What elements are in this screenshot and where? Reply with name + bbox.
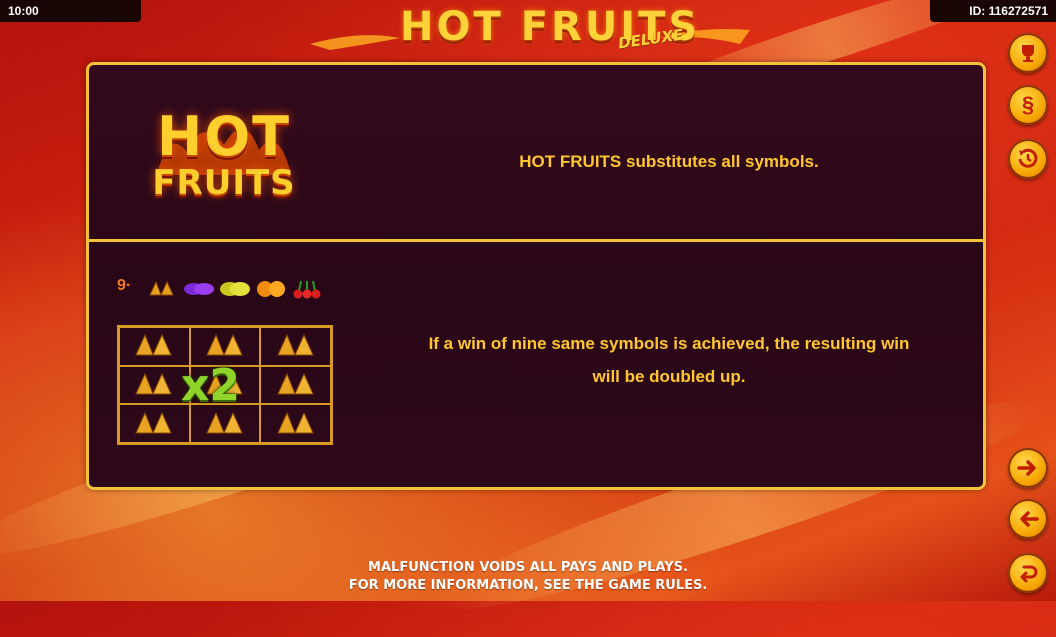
prev-page-button[interactable] [1008, 499, 1048, 539]
session-id: ID: 116272571 [930, 0, 1056, 22]
multiplier-badge: x2 [181, 360, 240, 411]
grid-cell [260, 365, 331, 405]
hot-fruits-wild-symbol: HOT FRUITS [149, 105, 299, 215]
wild-description: HOT FRUITS substitutes all symbols. [519, 152, 819, 171]
bell-icon [135, 411, 173, 434]
bell-icon [135, 372, 173, 395]
footer-line1: MALFUNCTION VOIDS ALL PAYS AND PLAYS. [368, 560, 688, 575]
paytable-panel: HOT FRUITS HOT FRUITS substitutes all sy… [86, 62, 986, 490]
bell-icon [206, 411, 243, 434]
grid-cell [119, 365, 190, 405]
orange-icon [257, 281, 285, 297]
footer-line2: FOR MORE INFORMATION, SEE THE GAME RULES… [348, 578, 708, 593]
game-logo: HOT FRUITS DELUXE [300, 0, 760, 62]
section-divider [89, 239, 983, 242]
plum-icon [184, 283, 214, 295]
bell-icon [276, 411, 314, 434]
bonus-description-line1: If a win of nine same symbols is achieve… [428, 334, 910, 353]
grid-cell [119, 327, 190, 366]
history-button[interactable] [1008, 139, 1048, 179]
rules-button[interactable]: § [1008, 85, 1048, 125]
grid-cell [119, 404, 190, 443]
bell-icon [149, 280, 174, 296]
symbol-count: 9· [117, 277, 132, 294]
bell-icon [276, 372, 314, 395]
lemon-icon [220, 282, 250, 296]
prev-arrow-icon [1020, 511, 1039, 527]
bell-icon [276, 334, 314, 356]
bell-icon [135, 334, 173, 356]
history-icon [1018, 148, 1038, 168]
bell-icon [206, 334, 243, 356]
clock: 10:00 [0, 0, 141, 22]
next-arrow-icon [1017, 460, 1036, 476]
grid-cell [260, 327, 331, 366]
next-page-button[interactable] [1008, 448, 1048, 488]
grid-cell [260, 404, 331, 443]
cherry-icon [293, 280, 321, 299]
wild-logo-line2: FRUITS [152, 163, 296, 203]
bonus-description-line2: will be doubled up. [592, 367, 746, 386]
rules-section-icon: § [1021, 92, 1035, 117]
trophy-icon [1022, 45, 1034, 62]
trophy-button[interactable] [1008, 33, 1048, 73]
wild-logo-line1: HOT [157, 105, 291, 168]
bonus-description: If a win of nine same symbols is achieve… [369, 327, 969, 393]
